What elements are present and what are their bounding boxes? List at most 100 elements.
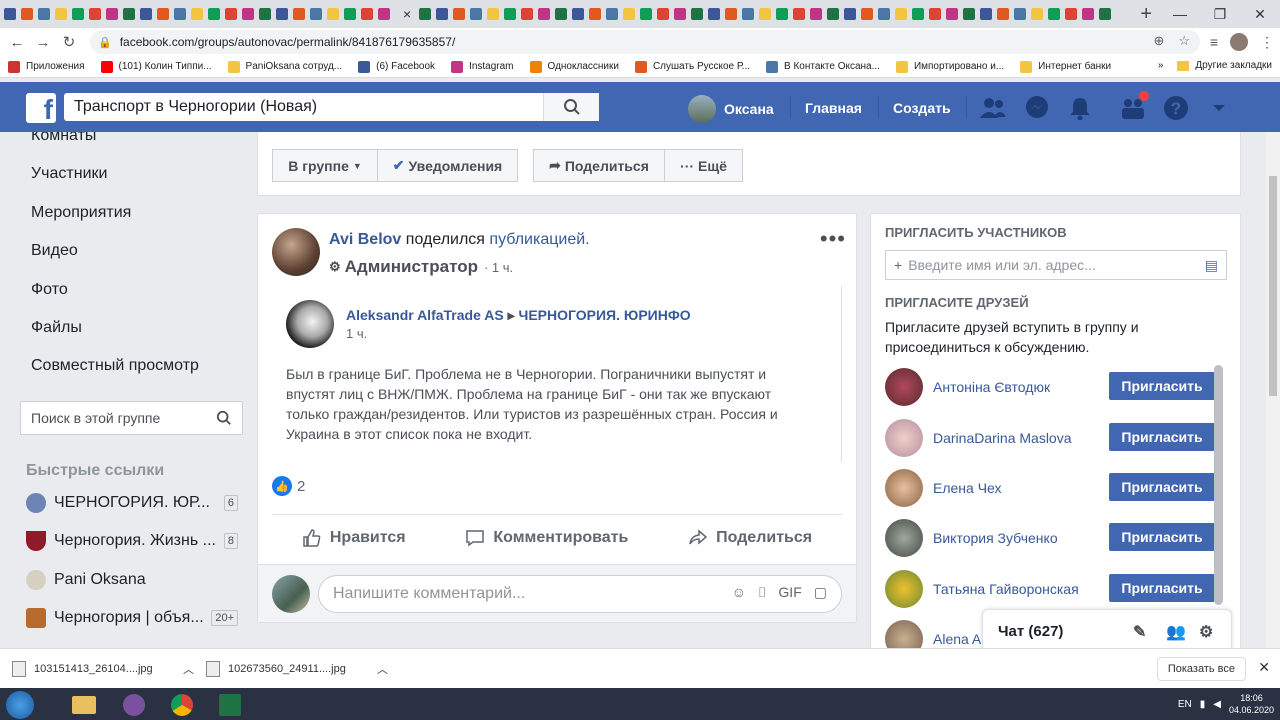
nav-photos[interactable]: Фото bbox=[31, 281, 68, 299]
menu-icon[interactable]: ⋮ bbox=[1260, 34, 1274, 51]
tab-favicon-icon[interactable] bbox=[980, 8, 993, 20]
more-options-icon[interactable]: ••• bbox=[820, 226, 846, 252]
gif-icon[interactable]: GIF bbox=[778, 584, 801, 601]
close-tab-icon[interactable]: × bbox=[403, 6, 411, 22]
tab-favicon-icon[interactable] bbox=[89, 8, 101, 20]
tab-favicon-icon[interactable] bbox=[538, 8, 551, 20]
clock[interactable]: 18:06 04.06.2020 bbox=[1229, 692, 1274, 716]
tab-favicon-icon[interactable] bbox=[810, 8, 823, 20]
profile-avatar[interactable] bbox=[1230, 33, 1248, 51]
comment-button[interactable]: Комментировать bbox=[465, 528, 628, 548]
tab-favicon-icon[interactable] bbox=[1014, 8, 1027, 20]
reload-icon[interactable]: ↻ bbox=[56, 33, 82, 51]
bookmark-star-icon[interactable]: ☆ bbox=[1178, 33, 1190, 49]
account-menu-icon[interactable] bbox=[1206, 95, 1232, 121]
tab-favicon-icon[interactable] bbox=[929, 8, 942, 20]
invite-button[interactable]: Пригласить bbox=[1109, 574, 1215, 602]
tab-favicon-icon[interactable] bbox=[327, 8, 339, 20]
quick-link[interactable]: Pani Oksana bbox=[26, 570, 238, 590]
invite-button[interactable]: Пригласить bbox=[1109, 523, 1215, 551]
tab-favicon-icon[interactable] bbox=[555, 8, 568, 20]
excel-icon[interactable] bbox=[208, 690, 252, 720]
tab-favicon-icon[interactable] bbox=[691, 8, 704, 20]
shared-group-name[interactable]: ЧЕРНОГОРИЯ. ЮРИНФО bbox=[519, 307, 691, 323]
tab-favicon-icon[interactable] bbox=[1082, 8, 1095, 20]
tab-favicon-icon[interactable] bbox=[742, 8, 755, 20]
gear-icon[interactable]: ⚙ bbox=[1199, 622, 1213, 642]
tab-favicon-icon[interactable] bbox=[895, 8, 908, 20]
bookmark-item[interactable]: PaniOksana сотруд... bbox=[227, 60, 342, 73]
bookmarks-overflow-button[interactable]: » bbox=[1158, 60, 1164, 71]
tab-favicon-icon[interactable] bbox=[1065, 8, 1078, 20]
tab-favicon-icon[interactable] bbox=[589, 8, 602, 20]
more-button[interactable]: ··· Ещё bbox=[664, 149, 743, 182]
nav-watch-party[interactable]: Совместный просмотр bbox=[31, 357, 199, 375]
quick-link[interactable]: Черногория | объя... 20+ bbox=[26, 608, 238, 628]
friend-name[interactable]: DarinaDarina Maslova bbox=[933, 430, 1072, 446]
tab-favicon-icon[interactable] bbox=[504, 8, 517, 20]
tab-favicon-icon[interactable] bbox=[946, 8, 959, 20]
post-time[interactable]: · 1 ч. bbox=[484, 260, 513, 275]
chat-bar[interactable]: Чат (627) ✎ 👥 ⚙ bbox=[982, 609, 1232, 653]
messenger-icon[interactable] bbox=[1024, 95, 1050, 121]
bookmark-item[interactable]: Интернет банки bbox=[1020, 60, 1111, 73]
tab-favicon-icon[interactable] bbox=[708, 8, 721, 20]
friend-name[interactable]: Антоніна Євтодюк bbox=[933, 379, 1050, 395]
bookmark-item[interactable]: (6) Facebook bbox=[358, 60, 435, 73]
quick-link[interactable]: ЧЕРНОГОРИЯ. ЮР... 6 bbox=[26, 493, 238, 513]
nav-videos[interactable]: Видео bbox=[31, 242, 78, 260]
bookmark-item[interactable]: Импортировано и... bbox=[895, 60, 1004, 73]
url-input[interactable]: 🔒 facebook.com/groups/autonovac/permalin… bbox=[90, 30, 1200, 54]
tab-favicon-icon[interactable] bbox=[759, 8, 772, 20]
language-indicator[interactable]: EN bbox=[1178, 699, 1192, 710]
tab-favicon-icon[interactable] bbox=[123, 8, 135, 20]
tab-favicon-icon[interactable] bbox=[191, 8, 203, 20]
tab-favicon-icon[interactable] bbox=[572, 8, 585, 20]
friend-name[interactable]: Alena A bbox=[933, 631, 981, 647]
tab-favicon-icon[interactable] bbox=[1031, 8, 1044, 20]
other-bookmarks[interactable]: » Другие закладки bbox=[1158, 60, 1272, 71]
tab-favicon-icon[interactable] bbox=[436, 8, 449, 20]
shared-link[interactable]: публикацией. bbox=[489, 231, 589, 248]
friend-avatar[interactable] bbox=[885, 469, 923, 507]
tab-favicon-icon[interactable] bbox=[55, 8, 67, 20]
tab-favicon-icon[interactable] bbox=[606, 8, 619, 20]
tab-favicon-icon[interactable] bbox=[623, 8, 636, 20]
search-icon[interactable] bbox=[216, 410, 232, 426]
tab-favicon-icon[interactable] bbox=[419, 8, 432, 20]
friend-name[interactable]: Татьяна Гайворонская bbox=[933, 581, 1079, 597]
panel-scrollbar[interactable] bbox=[1214, 365, 1223, 605]
comment-input[interactable]: Напишите комментарий... ☺ ⌷ GIF ▢ bbox=[318, 575, 842, 613]
search-icon[interactable] bbox=[543, 93, 599, 121]
tab-favicon-icon[interactable] bbox=[38, 8, 50, 20]
create-link[interactable]: Создать bbox=[893, 100, 951, 116]
reaction-count[interactable]: 👍 2 bbox=[272, 476, 305, 496]
close-icon[interactable]: ✕ bbox=[1258, 659, 1270, 676]
tab-favicon-icon[interactable] bbox=[640, 8, 653, 20]
new-group-icon[interactable]: 👥 bbox=[1166, 622, 1186, 642]
tab-favicon-icon[interactable] bbox=[208, 8, 220, 20]
tab-favicon-icon[interactable] bbox=[361, 8, 373, 20]
volume-icon[interactable]: ◀ bbox=[1213, 699, 1221, 710]
tab-favicon-icon[interactable] bbox=[1099, 8, 1112, 20]
nav-rooms[interactable]: Комнаты bbox=[31, 132, 96, 145]
start-button[interactable] bbox=[6, 691, 34, 719]
network-icon[interactable]: ▮ bbox=[1200, 699, 1206, 710]
download-item[interactable]: 103151413_26104....jpg ︿ bbox=[12, 660, 194, 677]
contact-book-icon[interactable]: ▤ bbox=[1205, 257, 1218, 274]
invite-button[interactable]: Пригласить bbox=[1109, 423, 1215, 451]
back-icon[interactable]: ← bbox=[4, 34, 30, 51]
shared-time[interactable]: 1 ч. bbox=[346, 326, 367, 341]
author-name[interactable]: Avi Belov bbox=[329, 231, 401, 248]
bookmark-item[interactable]: Instagram bbox=[451, 60, 514, 73]
tab-favicon-icon[interactable] bbox=[521, 8, 534, 20]
tab-favicon-icon[interactable] bbox=[344, 8, 356, 20]
help-icon[interactable]: ? bbox=[1163, 95, 1189, 121]
tab-favicon-icon[interactable] bbox=[470, 8, 483, 20]
facebook-logo[interactable]: f bbox=[26, 93, 56, 125]
tab-favicon-icon[interactable] bbox=[157, 8, 169, 20]
tab-favicon-icon[interactable] bbox=[106, 8, 118, 20]
tab-favicon-icon[interactable] bbox=[657, 8, 670, 20]
friend-avatar[interactable] bbox=[885, 570, 923, 608]
invite-button[interactable]: Пригласить bbox=[1109, 372, 1215, 400]
